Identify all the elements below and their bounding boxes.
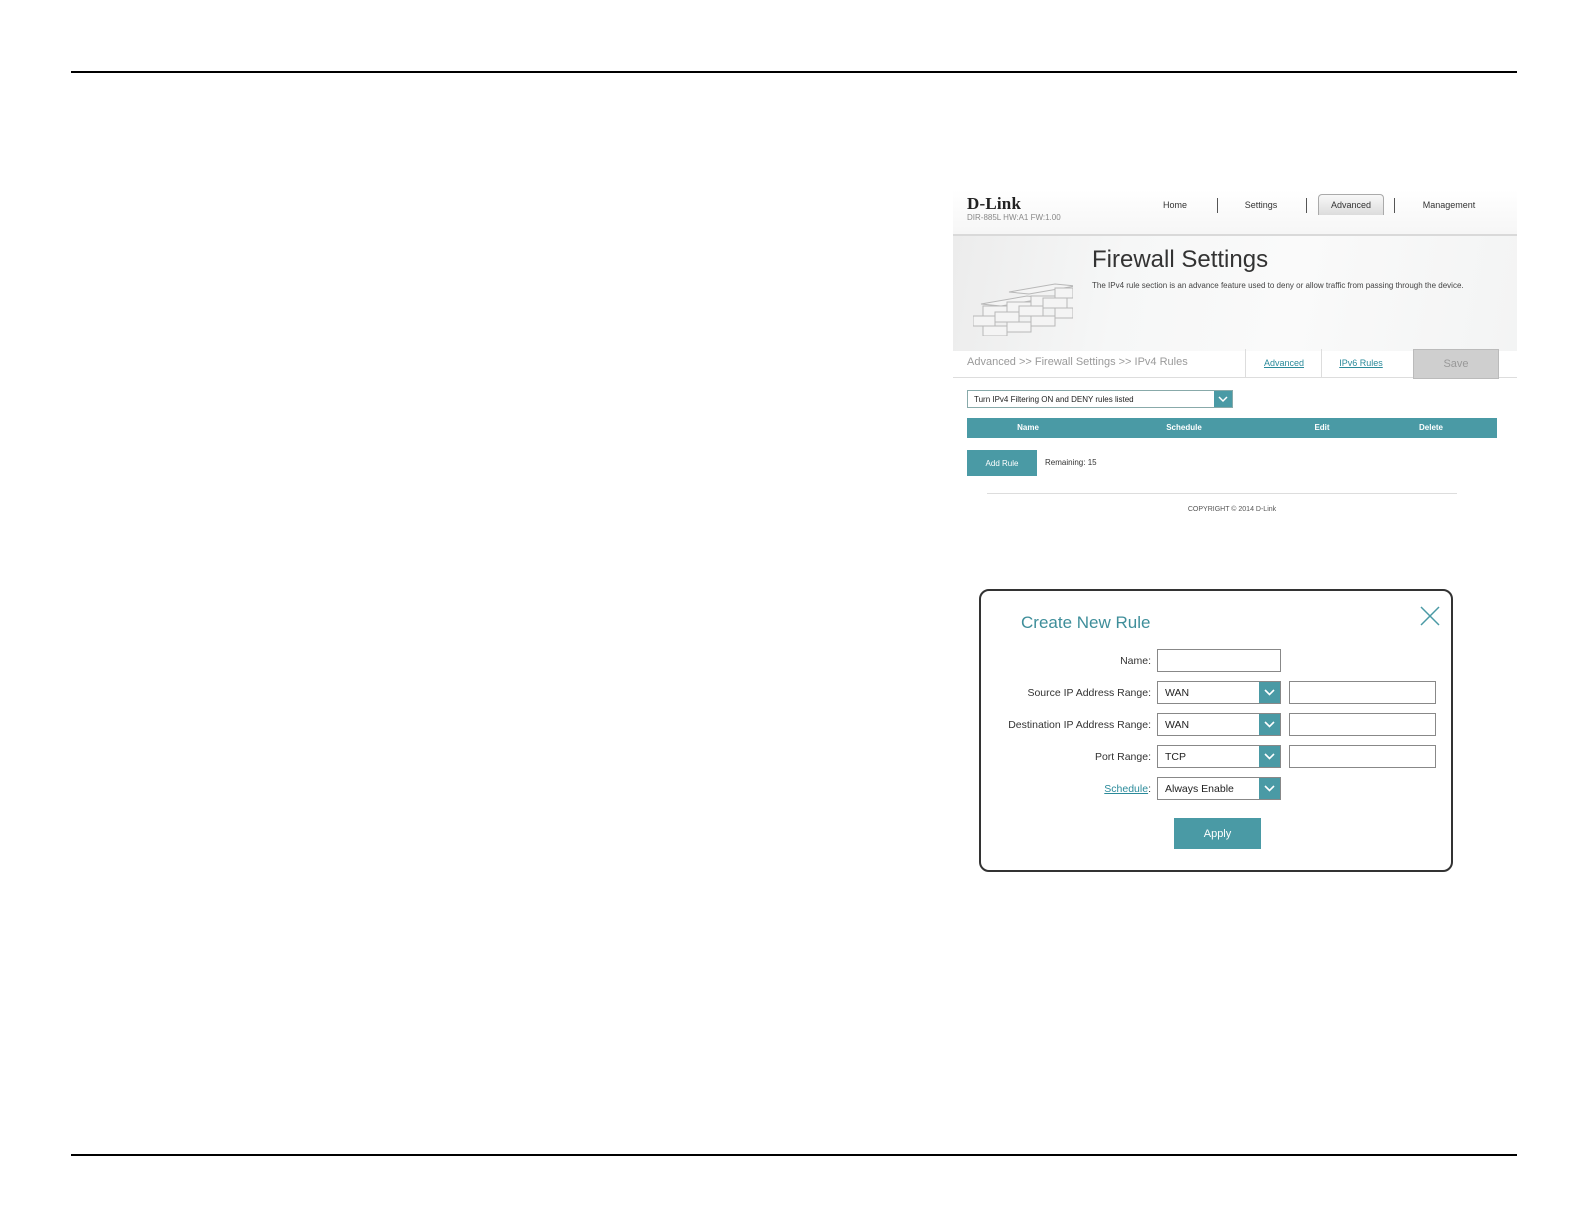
ipv6-rules-link[interactable]: IPv6 Rules <box>1321 349 1400 377</box>
nav-separator <box>1217 198 1218 213</box>
model-info: DIR-885L HW:A1 FW:1.00 <box>967 213 1061 222</box>
breadcrumb: Advanced >> Firewall Settings >> IPv4 Ru… <box>967 356 1188 368</box>
column-delete: Delete <box>1418 423 1444 432</box>
port-protocol-value: TCP <box>1165 750 1186 763</box>
dest-ip-label: Destination IP Address Range: <box>1008 719 1151 731</box>
nav-management[interactable]: Management <box>1408 194 1490 216</box>
column-edit: Edit <box>1314 423 1330 432</box>
nav-separator <box>1306 198 1307 213</box>
source-ip-value: WAN <box>1165 686 1190 699</box>
nav-home[interactable]: Home <box>1149 194 1201 216</box>
advanced-link[interactable]: Advanced <box>1245 349 1322 377</box>
schedule-value: Always Enable <box>1165 782 1234 795</box>
chevron-down-icon[interactable] <box>1214 391 1232 407</box>
schedule-colon: : <box>1148 783 1151 795</box>
dest-ip-value: WAN <box>1165 718 1190 731</box>
footer-divider <box>987 493 1457 494</box>
chevron-down-icon[interactable] <box>1259 778 1280 799</box>
chevron-down-icon[interactable] <box>1259 746 1280 767</box>
page-top-rule <box>71 71 1517 73</box>
dialog-title: Create New Rule <box>1021 613 1151 632</box>
remaining-count: Remaining: 15 <box>1045 458 1097 467</box>
brick-wall-icon <box>973 283 1073 336</box>
page-description: The IPv4 rule section is an advance feat… <box>1092 281 1464 290</box>
breadcrumb-bar: Advanced >> Firewall Settings >> IPv4 Ru… <box>953 349 1517 379</box>
save-button[interactable]: Save <box>1413 349 1499 379</box>
add-rule-button[interactable]: Add Rule <box>967 450 1037 476</box>
firewall-banner: Firewall Settings The IPv4 rule section … <box>953 234 1517 351</box>
column-schedule: Schedule <box>1166 423 1202 432</box>
page-bottom-rule <box>71 1154 1517 1156</box>
dest-ip-select[interactable]: WAN <box>1157 713 1281 736</box>
chevron-down-icon[interactable] <box>1259 682 1280 703</box>
port-range-input[interactable] <box>1289 745 1436 768</box>
column-name: Name <box>1017 423 1039 432</box>
source-ip-label: Source IP Address Range: <box>1027 687 1151 699</box>
schedule-select[interactable]: Always Enable <box>1157 777 1281 800</box>
source-ip-select[interactable]: WAN <box>1157 681 1281 704</box>
rules-table-header: Name Schedule Edit Delete <box>967 418 1497 438</box>
schedule-link[interactable]: Schedule <box>1104 783 1148 795</box>
schedule-label-group: Schedule: <box>1104 783 1151 795</box>
dest-ip-range-input[interactable] <box>1289 713 1436 736</box>
ipv4-filter-select[interactable]: Turn IPv4 Filtering ON and DENY rules li… <box>967 390 1233 408</box>
name-input[interactable] <box>1157 649 1281 672</box>
ipv4-filter-value: Turn IPv4 Filtering ON and DENY rules li… <box>974 394 1134 404</box>
create-rule-dialog: Create New Rule Name: Source IP Address … <box>979 589 1453 872</box>
chevron-down-icon[interactable] <box>1259 714 1280 735</box>
apply-button[interactable]: Apply <box>1174 818 1261 849</box>
router-firewall-page: D-Link DIR-885L HW:A1 FW:1.00 Home Setti… <box>953 190 1517 530</box>
name-label: Name: <box>1120 655 1151 667</box>
source-ip-range-input[interactable] <box>1289 681 1436 704</box>
nav-settings[interactable]: Settings <box>1235 194 1287 216</box>
port-protocol-select[interactable]: TCP <box>1157 745 1281 768</box>
page-title: Firewall Settings <box>1092 246 1269 273</box>
router-header: D-Link DIR-885L HW:A1 FW:1.00 Home Setti… <box>953 190 1517 234</box>
dlink-logo: D-Link <box>967 194 1022 213</box>
copyright: COPYRIGHT © 2014 D-Link <box>1187 506 1277 513</box>
nav-advanced[interactable]: Advanced <box>1318 194 1384 215</box>
close-icon[interactable] <box>1419 605 1441 627</box>
port-range-label: Port Range: <box>1094 751 1151 763</box>
nav-separator <box>1394 198 1395 213</box>
